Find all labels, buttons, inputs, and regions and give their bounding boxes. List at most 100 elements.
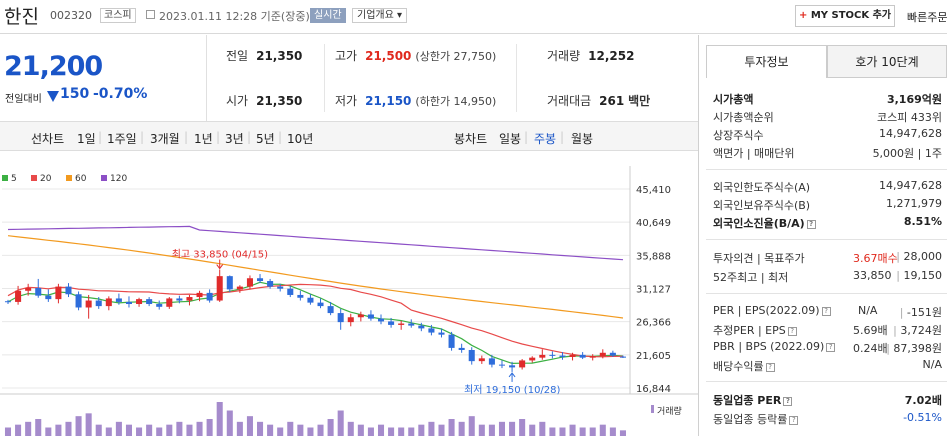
tab-line-3y[interactable]: 3년	[225, 130, 244, 147]
volume-bar	[398, 427, 405, 436]
company-overview-dropdown[interactable]: 기업개요 ▾	[352, 8, 408, 23]
stock-chart[interactable]: 5 20 60 120 45,410 40,649 35,888 31,127 26,366 2…	[0, 160, 698, 436]
volume-bar	[4, 427, 12, 436]
volume-bar	[609, 427, 616, 436]
tab-orderbook-10[interactable]: 호가 10단계	[827, 45, 947, 78]
candle-body	[156, 304, 163, 307]
tab-line-10y[interactable]: 10년	[287, 130, 313, 147]
tab-line-5y[interactable]: 5년	[256, 130, 275, 147]
row-per: PER | EPS(2022.09)? N/A | -151원	[713, 304, 942, 319]
help-icon[interactable]: ?	[787, 326, 797, 336]
quick-order-link[interactable]: 빠른주문	[907, 9, 947, 25]
candle-body	[559, 355, 566, 357]
stat-volume: 거래량 12,252	[547, 49, 635, 63]
candle-body	[125, 301, 132, 305]
legend-swatch	[31, 175, 37, 181]
volume-bar	[307, 427, 314, 436]
volume-bar	[115, 421, 122, 436]
legend-label: 60	[75, 174, 87, 184]
market-badge: 코스피	[100, 8, 136, 23]
moving-averages	[7, 225, 624, 365]
candle-body	[25, 287, 32, 291]
candle-body	[579, 354, 586, 358]
help-icon[interactable]: ?	[806, 219, 816, 229]
candle-body	[589, 356, 596, 358]
candle-body	[357, 314, 364, 318]
candle-body	[367, 314, 374, 319]
candle-body	[529, 357, 536, 361]
volume-bar	[599, 424, 606, 436]
help-icon[interactable]: ?	[789, 415, 799, 425]
candle-body	[549, 354, 556, 356]
candle-body	[509, 365, 516, 368]
stock-name: 한진	[4, 6, 39, 28]
candle-body	[35, 287, 42, 296]
volume-bar	[267, 424, 274, 436]
candle-body	[347, 317, 354, 323]
candle-body	[619, 356, 626, 358]
candle-body	[448, 334, 455, 348]
tab-line-1d[interactable]: 1일	[77, 130, 96, 147]
help-icon[interactable]: ?	[765, 362, 775, 372]
volume-bar	[196, 421, 203, 436]
help-icon[interactable]: ?	[826, 342, 836, 352]
volume-bar	[448, 419, 455, 436]
legend-label: 5	[11, 174, 17, 184]
my-stock-add-button[interactable]: + MY STOCK 추가	[795, 5, 895, 27]
volume-bar	[125, 424, 132, 436]
tab-investment-info[interactable]: 투자정보	[706, 45, 827, 78]
legend-swatch	[101, 175, 107, 181]
volume-bar	[65, 421, 72, 436]
volume-bar	[236, 421, 243, 436]
tab-line-1y[interactable]: 1년	[194, 130, 213, 147]
candle-body	[4, 301, 12, 303]
tab-candle-monthly[interactable]: 월봉	[571, 130, 593, 147]
volume-bar	[176, 421, 183, 436]
candle-body	[105, 298, 112, 307]
candle-body	[609, 352, 616, 356]
timestamp: 2023.01.11 12:28 기준(장중)	[159, 10, 310, 23]
down-triangle-icon	[47, 91, 59, 102]
volume-bar	[216, 402, 223, 436]
y-tick-label: 31,127	[636, 285, 671, 296]
stat-high: 고가 21,500 (상한가 27,750)	[335, 49, 497, 63]
chart-annotations: 최고 33,850 (04/15) 최저 19,150 (10/28)	[172, 249, 561, 396]
tab-line-3m[interactable]: 3개월	[150, 130, 180, 147]
tab-candle-daily[interactable]: 일봉	[499, 130, 521, 147]
divider	[706, 169, 947, 170]
row-est-per: 추정PER | EPS? 5.69배 | 3,724원	[713, 324, 942, 337]
price-box: 21,200 전일대비 150 -0.70%	[0, 35, 207, 121]
volume-bar	[105, 427, 112, 436]
legend-label: 20	[40, 174, 52, 184]
candle-body	[166, 298, 173, 307]
help-icon[interactable]: ?	[821, 306, 831, 316]
volume-bars: 거래량	[4, 402, 682, 436]
candle-body	[569, 354, 576, 357]
candle-body	[257, 278, 264, 282]
realtime-badge[interactable]: 실시간	[310, 8, 346, 23]
volume-bar	[357, 424, 364, 436]
candle-body	[599, 352, 606, 357]
volume-bar	[25, 421, 32, 436]
help-icon[interactable]: ?	[783, 396, 793, 406]
volume-bar	[529, 424, 536, 436]
tab-candle-weekly[interactable]: 주봉	[534, 130, 556, 147]
volume-bar	[388, 427, 395, 436]
volume-bar	[559, 427, 566, 436]
volume-bar	[136, 427, 143, 436]
candle-body	[176, 298, 183, 301]
volume-bar	[146, 424, 153, 436]
volume-bar	[428, 421, 435, 436]
legend-swatch	[66, 175, 72, 181]
separator: |	[184, 130, 189, 144]
tab-line-1w[interactable]: 1주일	[107, 130, 137, 147]
candle-body	[236, 286, 243, 290]
candle-body	[388, 321, 395, 325]
row-52week: 52주최고 | 최저 33,850 | 19,150	[713, 269, 942, 284]
volume-bar	[408, 427, 415, 436]
investment-info-panel: 투자정보 호가 10단계 시가총액 3,169억원 시가총액순위 코스피 433위 …	[706, 45, 947, 436]
row-foreign-ratio: 외국인소진율(B/A)? 8.51%	[713, 215, 942, 230]
stat-amount: 거래대금 261 백만	[547, 94, 651, 108]
candle-body	[115, 298, 122, 302]
volume-bar	[498, 421, 506, 436]
